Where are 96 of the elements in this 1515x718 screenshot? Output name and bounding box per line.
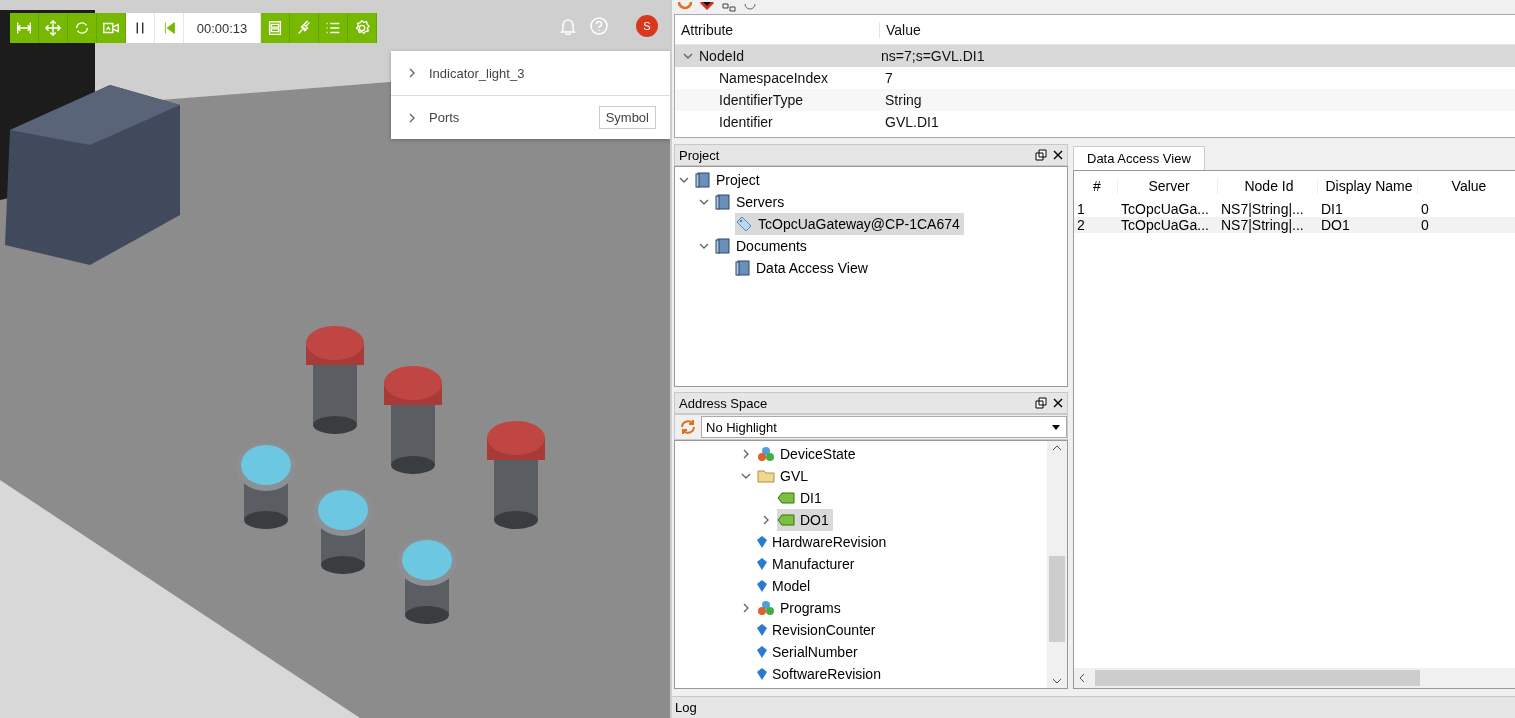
restore-icon[interactable] [1035,397,1047,409]
collapse-chevron-icon[interactable] [679,175,689,185]
attribute-row[interactable]: NodeId ns=7;s=GVL.DI1 [675,45,1515,67]
tree-item[interactable]: GVL [757,465,812,487]
tree-item[interactable]: DI1 [777,487,826,509]
table-cell-text: TcOpcUaGa... [1120,201,1210,217]
tag-icon [777,492,795,504]
table-cell-text: 7 [884,70,894,86]
tag-link-icon [735,216,753,232]
refresh-icon[interactable] [679,418,697,436]
expand-chevron-icon[interactable] [407,68,417,78]
table-cell-text: GVL.DI1 [884,114,940,130]
table-cell-text: String [884,92,923,108]
book-folder-icon [695,172,711,188]
tag-icon [777,514,795,526]
panel-title: Project [679,147,721,163]
book-folder-icon [715,238,731,254]
elapsed-time-text: 00:00:13 [184,13,261,43]
table-cell-text: NodeId [698,48,746,64]
diamond-icon [757,536,767,548]
settings-icon [353,19,371,37]
table-cell-text: IdentifierType [718,92,805,108]
scroll-up-icon[interactable] [1052,445,1062,451]
table-cell-text: NamespaceIndex [718,70,829,86]
diamond-icon [757,646,767,658]
close-icon[interactable] [1053,150,1063,160]
table-cell-text: ns=7;s=GVL.DI1 [880,48,986,64]
expand-chevron-icon[interactable] [761,515,771,525]
table-cell-text: Identifier [718,114,774,130]
expand-chevron-icon[interactable] [741,449,751,459]
diamond-icon [757,580,767,592]
table-cell-text: DO1 [1320,217,1351,233]
tree-item[interactable]: DO1 [777,509,833,531]
column-header: Node Id [1218,178,1318,194]
expand-chevron-icon[interactable] [407,112,417,123]
column-header: Server [1118,178,1218,194]
diamond-icon [757,624,767,636]
object-cluster-icon [757,600,775,616]
tree-item[interactable]: SerialNumber [757,641,862,663]
move-icon [44,19,62,37]
collapse-chevron-icon[interactable] [683,51,693,61]
tree-item[interactable]: HardwareRevision [757,531,891,553]
tree-item[interactable]: Programs [757,597,845,619]
table-cell-text: NS7|String|... [1220,217,1305,233]
attribute-row[interactable]: IdentifierType String [675,89,1515,111]
book-folder-icon [715,194,731,210]
frame-icon [266,19,284,37]
scroll-down-icon[interactable] [1052,678,1062,684]
restore-icon[interactable] [1035,149,1047,161]
column-header: # [1074,178,1118,194]
column-header: Attribute [680,21,735,38]
close-icon [700,2,714,12]
tree-item[interactable]: Data Access View [735,257,872,279]
column-header: Value [1418,178,1515,194]
book-folder-icon [735,260,751,276]
rotate-icon [73,19,91,37]
table-cell-text: TcOpcUaGa... [1120,217,1210,233]
panel-label[interactable]: Ports [429,110,587,125]
collapse-chevron-icon[interactable] [699,197,709,207]
tree-item[interactable]: SoftwareRevision [757,663,885,685]
tree-item[interactable]: DeviceState [757,443,860,465]
collapse-chevron-icon[interactable] [741,471,751,481]
vertical-scrollbar[interactable] [1047,441,1067,688]
horizontal-scrollbar[interactable] [1074,668,1515,688]
panel-label[interactable]: Indicator_light_3 [429,65,656,81]
panel-title: Address Space [679,395,769,411]
dropdown-caret-icon [1052,424,1060,430]
scroll-left-icon[interactable] [1079,673,1085,683]
table-cell-text: 0 [1420,217,1430,233]
tree-item[interactable]: Model [757,575,815,597]
close-icon[interactable] [1053,398,1063,408]
table-cell-text: DI1 [1320,201,1344,217]
column-header: Value [879,21,1515,38]
table-cell-text: 1 [1076,201,1086,217]
tree-item[interactable]: TcOpcUaGateway@CP-1CA674 [735,213,964,235]
tree-item[interactable]: RevisionCounter [757,619,880,641]
table-cell-text: 0 [1420,201,1430,217]
highlight-dropdown[interactable]: No Highlight [701,416,1067,438]
refresh-icon [678,2,692,12]
diamond-icon [757,558,767,570]
table-cell-text: 2 [1076,217,1086,233]
column-header: Display Name [1318,178,1418,194]
tree-item[interactable]: Manufacturer [757,553,859,575]
hierarchy-icon [722,2,736,12]
object-cluster-icon [757,446,775,462]
table-cell-text: NS7|String|... [1220,201,1305,217]
tree-item[interactable]: Project [695,169,764,191]
collapse-chevron-icon[interactable] [699,241,709,251]
symbol-button[interactable]: Symbol [598,106,656,129]
diamond-icon [757,668,767,680]
tree-item[interactable]: Documents [715,235,811,257]
tree-item[interactable]: Servers [715,191,789,213]
panel-title: Log [672,696,1515,718]
view-tab[interactable]: Data Access View [1073,146,1205,170]
expand-chevron-icon[interactable] [741,603,751,613]
folder-icon [757,469,775,483]
